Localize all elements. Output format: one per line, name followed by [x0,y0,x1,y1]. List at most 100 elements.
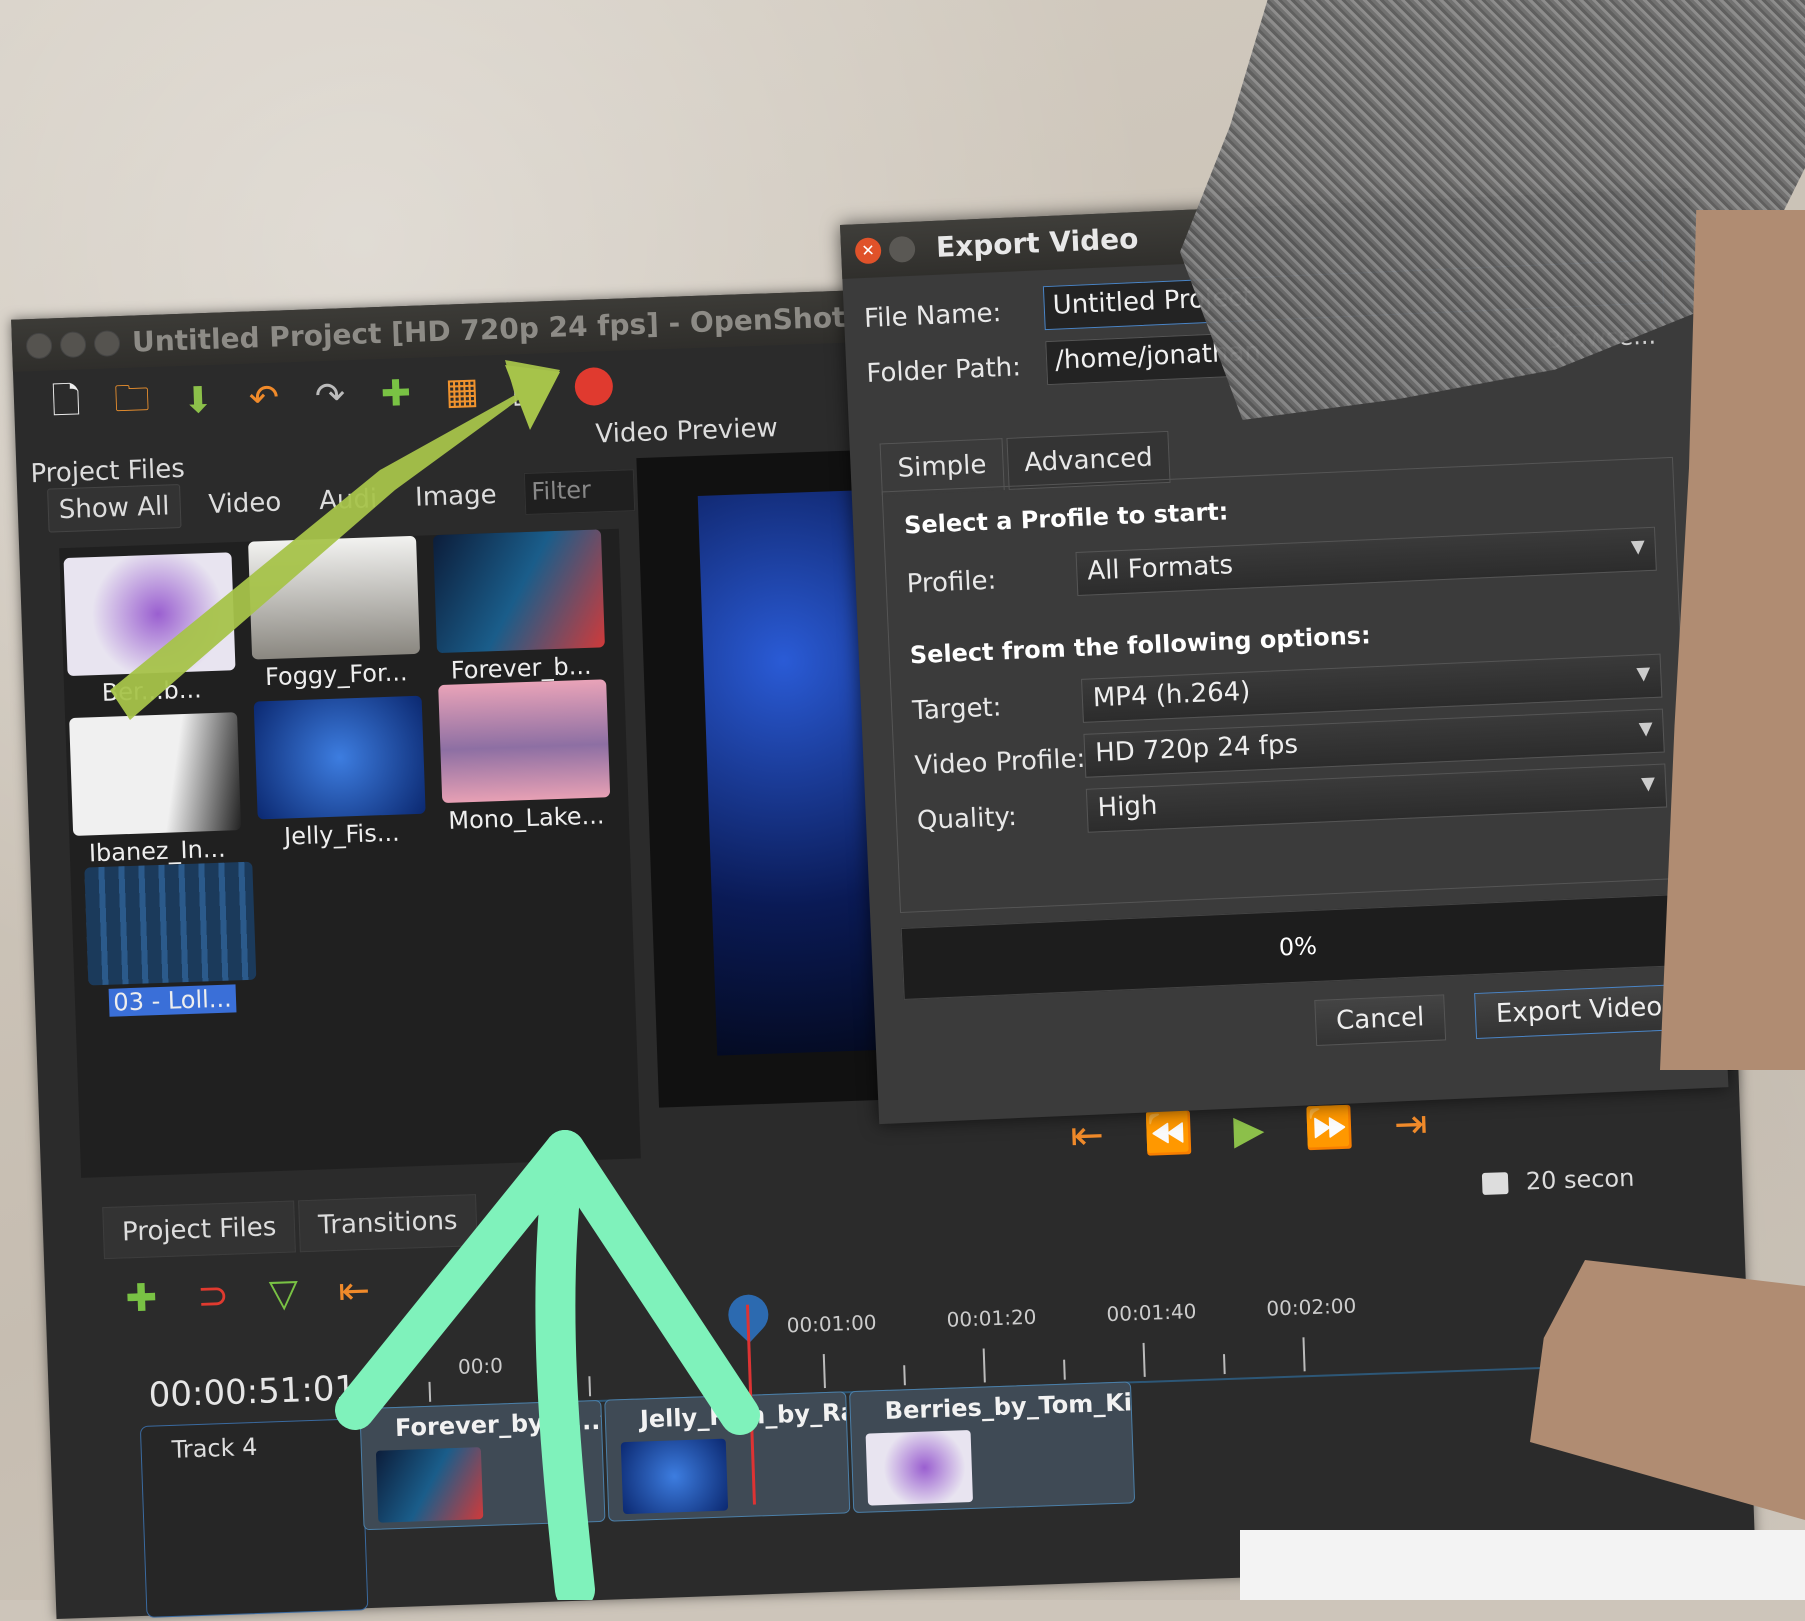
chevron-down-icon: ▼ [1638,718,1654,740]
cancel-button[interactable]: Cancel [1314,994,1447,1047]
torn-paper-white [1240,1530,1805,1600]
close-icon[interactable]: ✕ [854,237,882,265]
track-name: Track 4 [171,1432,258,1464]
zoom-label: 20 secon [1525,1163,1635,1196]
ruler-tick [982,1348,986,1383]
export-video-button[interactable]: Export Video [1474,983,1685,1040]
timeline-timecode: 00:00:51:01 [148,1368,357,1416]
profile-label: Profile: [906,565,997,600]
jump-start-icon[interactable]: ⇤ [1070,1112,1105,1160]
file-item[interactable]: Ber...b... [60,552,240,708]
maximize-window-button[interactable] [93,330,121,357]
undo-icon[interactable]: ↶ [241,375,287,421]
ruler-label: 00:02:00 [1266,1293,1357,1321]
filter-input[interactable]: Filter [523,469,636,515]
file-item[interactable]: Forever_b... [429,529,609,685]
minimize-window-button[interactable] [59,331,87,359]
clip-thumbnail [375,1447,484,1523]
add-file-icon[interactable]: ✚ [373,371,419,417]
track-header[interactable]: Track 4 [139,1418,369,1618]
timeline-clip[interactable]: Forever_by_S...y_S... [359,1399,606,1531]
chevron-down-icon: ▼ [1630,536,1646,558]
tab-project-files[interactable]: Project Files [102,1200,297,1260]
zoom-out-icon[interactable] [1481,1172,1509,1195]
profile-icon[interactable]: ▦ [439,368,485,414]
file-item[interactable]: Ibanez_In... [65,712,245,868]
export-progress-bar: 0% [900,893,1696,1000]
snap-icon[interactable]: ⊃ [196,1273,229,1318]
fast-forward-icon[interactable]: ⏩ [1303,1103,1354,1152]
save-project-icon[interactable]: ⬇ [175,378,221,424]
filter-video[interactable]: Video [198,481,292,526]
video-profile-label: Video Profile: [914,743,1086,782]
profile-section-title: Select a Profile to start: [903,497,1229,540]
profile-select[interactable]: All Formats ▼ [1075,526,1657,596]
quality-label: Quality: [916,801,1018,837]
marker-icon[interactable]: ▽ [268,1270,299,1315]
video-preview-title: Video Preview [595,413,779,450]
file-label: 03 - Loll... [108,984,237,1017]
clip-title: Berries_by_Tom_Kijas.j... [884,1385,1136,1425]
ruler-label: 00:0 [457,1353,504,1379]
project-files-grid: Ber...b... Foggy_For... Forever_b... Iba… [59,528,641,1178]
file-thumbnail [247,535,420,660]
file-thumbnail [83,861,256,986]
bottom-tabs: Project Files Transitions [102,1194,478,1260]
file-item[interactable]: Jelly_Fis... [250,695,430,852]
file-label: Jelly_Fis... [283,818,401,851]
filter-audio[interactable]: Audi [308,478,387,523]
zoom-control[interactable]: 20 secon [1481,1163,1635,1197]
redo-icon[interactable]: ↷ [307,373,353,419]
clip-thumbnail [620,1438,729,1515]
add-track-icon[interactable]: ✚ [125,1275,158,1320]
minimize-icon[interactable] [888,235,916,263]
progress-fill [901,928,905,999]
tab-transitions[interactable]: Transitions [298,1194,478,1253]
ruler-label: 00:01:40 [1106,1299,1197,1327]
target-label: Target: [911,692,1003,727]
ruler-tick [428,1381,432,1402]
file-item[interactable]: Mono_Lake... [434,679,614,835]
file-label: Foggy_For... [264,658,408,692]
clip-title: Jelly_Fish_by_RaDu_G... [639,1394,851,1434]
play-icon[interactable]: ▶ [1233,1107,1265,1155]
export-video-icon[interactable] [571,364,617,410]
ruler-tick [1223,1354,1226,1375]
file-item[interactable]: Foggy_For... [244,535,424,692]
chevron-down-icon: ▼ [1640,772,1656,795]
timeline-clip[interactable]: Jelly_Fish_by_RaDu_G... [604,1391,851,1522]
progress-text: 0% [1278,931,1318,962]
folder-path-label: Folder Path: [865,352,1022,389]
ruler-label: 0 [676,1326,691,1352]
file-item[interactable]: 03 - Loll... [80,861,260,1018]
new-project-icon[interactable]: 🗋 [43,380,89,428]
filter-show-all[interactable]: Show All [47,484,182,533]
profile-value: All Formats [1086,550,1234,587]
file-thumbnail [63,552,236,677]
ruler-tick [822,1354,826,1389]
ruler-label: 00:01:20 [946,1304,1037,1332]
jump-end-icon[interactable]: ⇥ [1393,1101,1428,1149]
quality-value: High [1097,790,1159,824]
file-thumbnail [432,529,605,654]
video-profile-value: HD 720p 24 fps [1094,729,1299,769]
ruler-tick [903,1365,906,1386]
ruler-tick [1302,1337,1306,1372]
ruler-tick [588,1376,592,1397]
clip-title: Forever_by_S...y_S... [394,1404,606,1443]
close-window-button[interactable] [25,332,53,360]
file-thumbnail [68,712,241,836]
open-project-icon[interactable]: 🗀 [109,378,155,426]
fullscreen-icon[interactable]: ▣ [505,366,551,412]
rewind-icon[interactable]: ⏪ [1143,1109,1194,1158]
file-thumbnail [253,695,426,820]
options-section-title: Select from the following options: [909,621,1372,670]
timeline-toolbar: ✚ ⊃ ▽ ⇤ [125,1268,371,1321]
filter-image[interactable]: Image [404,474,507,520]
timeline-clip[interactable]: Berries_by_Tom_Kijas.j... [849,1381,1136,1514]
ruler-label: 00:01:00 [786,1310,877,1338]
previous-marker-icon[interactable]: ⇤ [337,1268,370,1313]
ruler-tick [1063,1359,1066,1380]
chevron-down-icon: ▼ [1636,663,1651,685]
dialog-title: Export Video [935,222,1140,264]
